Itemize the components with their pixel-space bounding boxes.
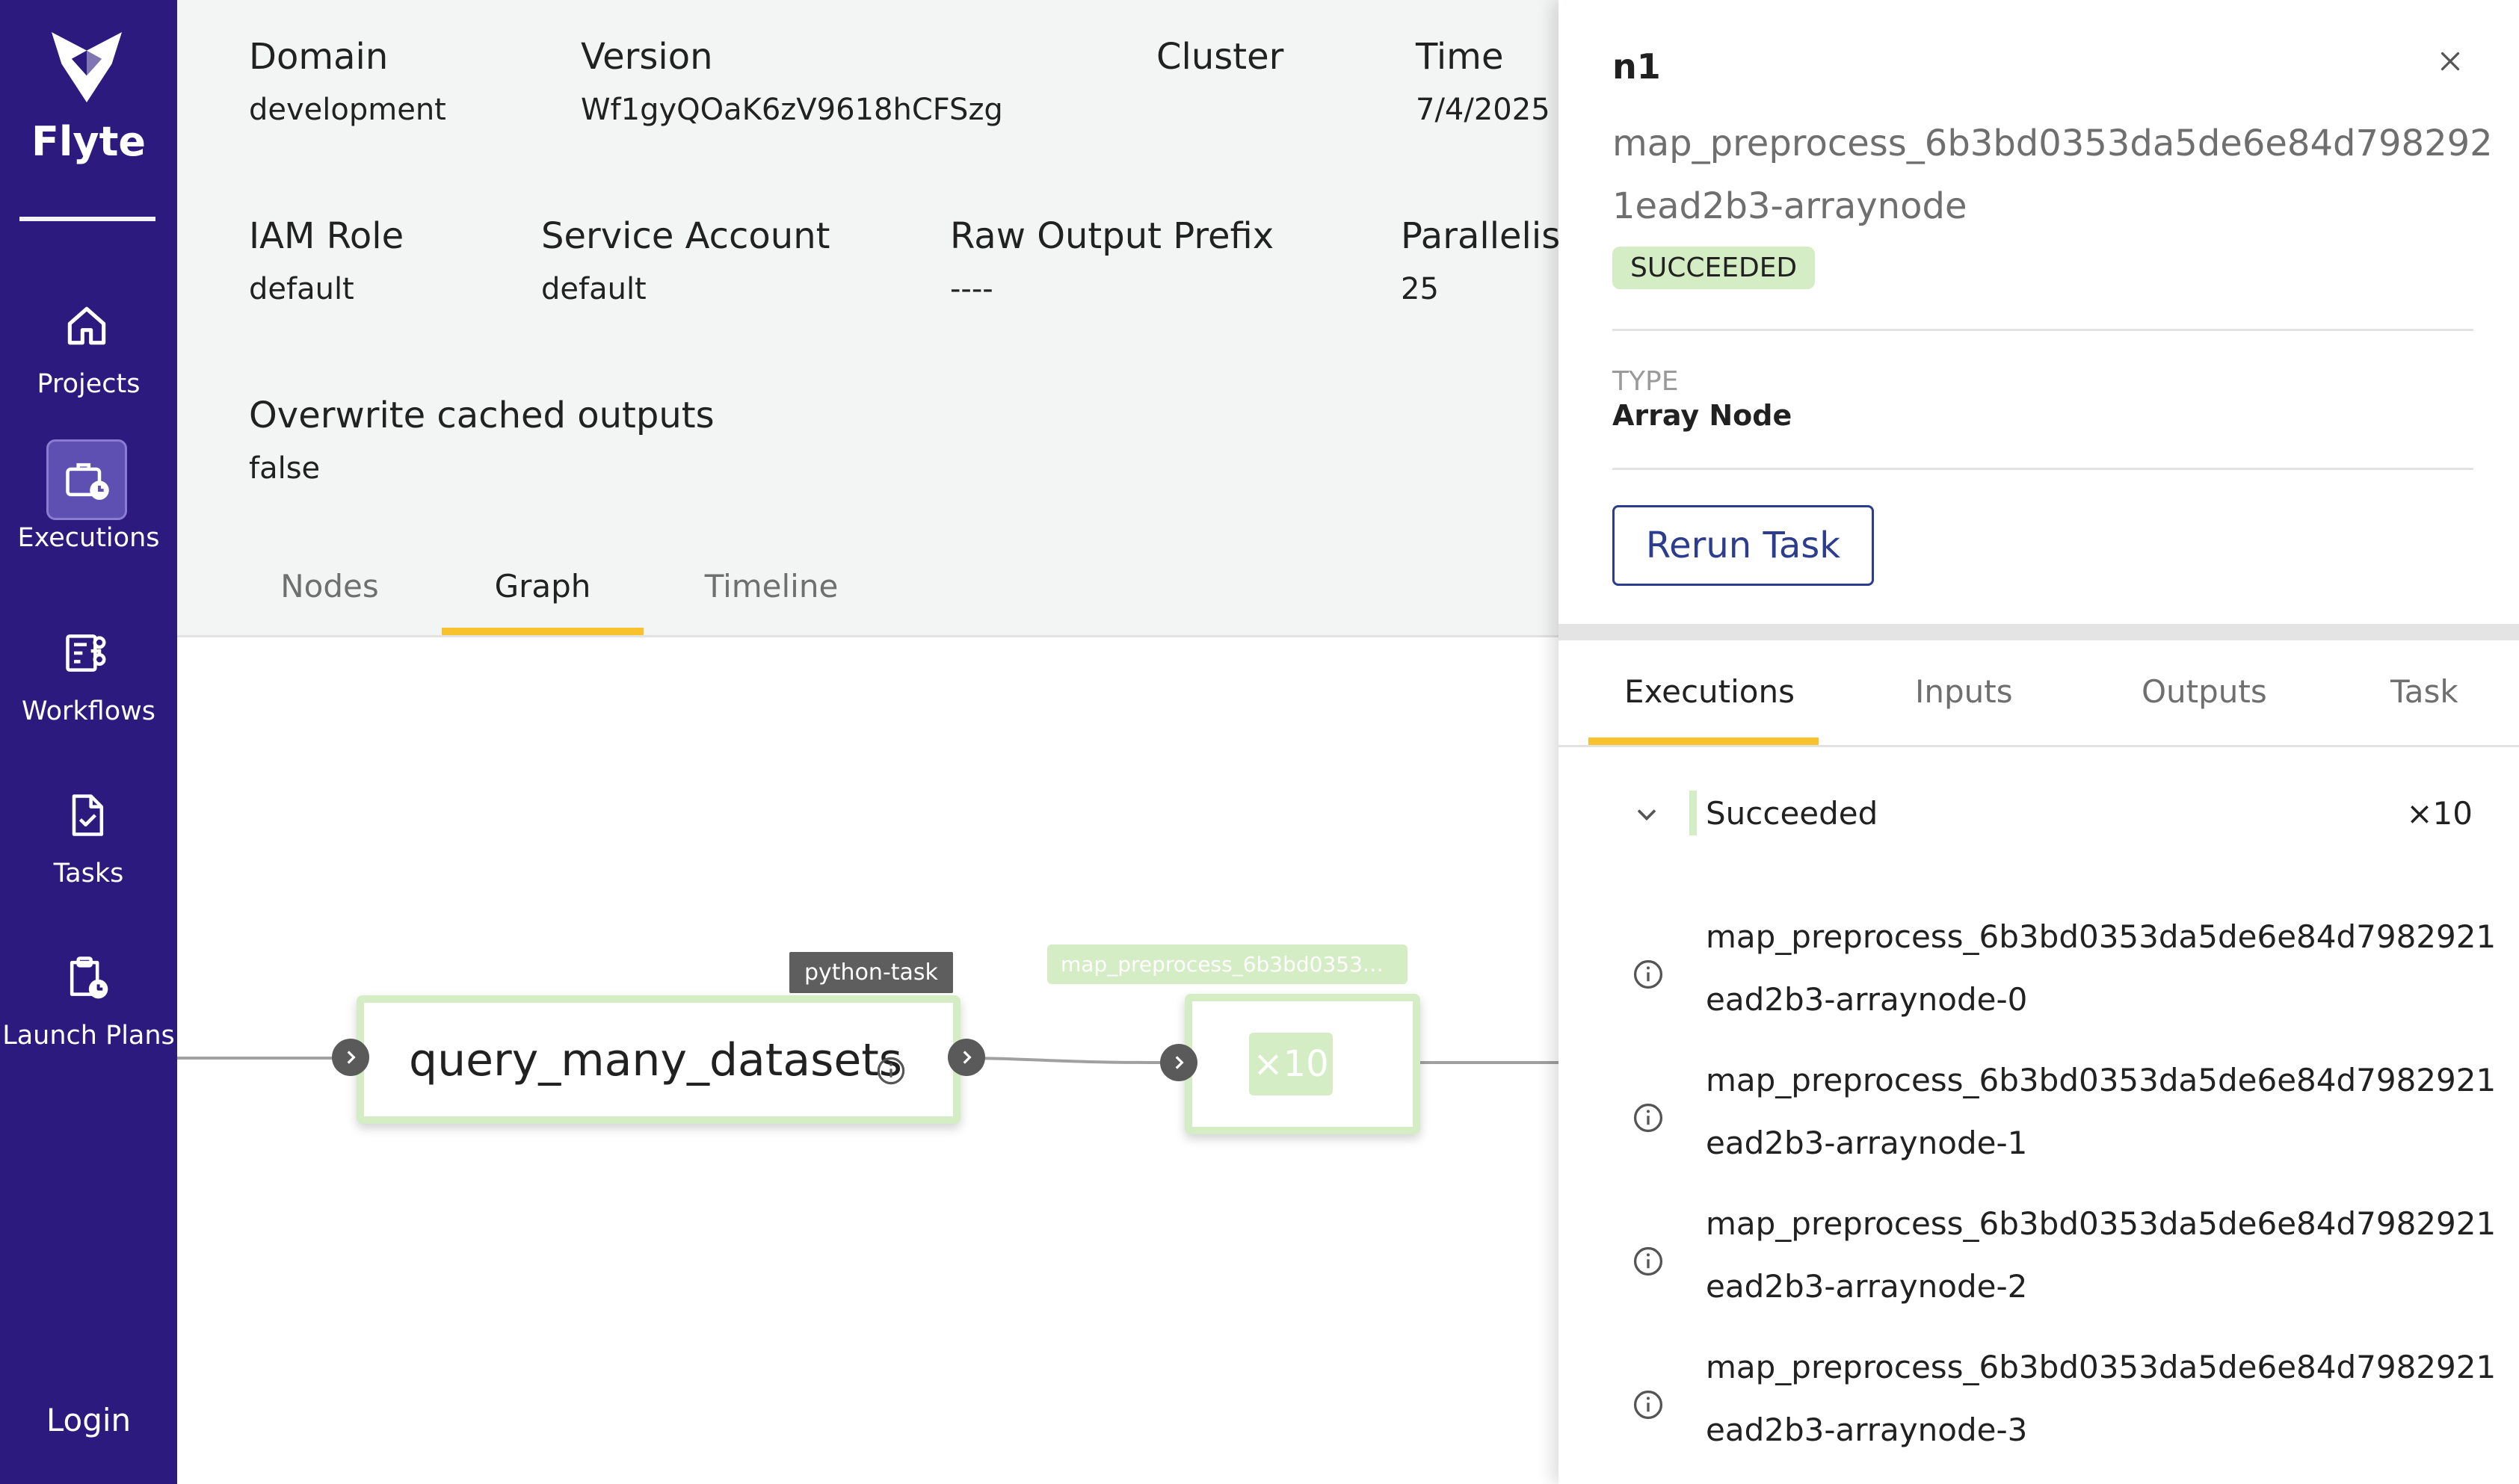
node-query-many-datasets[interactable]: query_many_datasets	[357, 995, 961, 1124]
meta-raw-output-prefix: Raw Output Prefix ----	[950, 215, 1274, 306]
info-icon[interactable]	[1632, 1245, 1665, 1278]
panel-tabs: Executions Inputs Outputs Task	[1558, 640, 2519, 747]
meta-service-account: Service Account default	[541, 215, 830, 306]
panel-title: n1	[1612, 46, 1661, 87]
graph-edge	[1418, 1061, 1560, 1064]
login-link[interactable]: Login	[0, 1402, 177, 1438]
graph-canvas[interactable]: python-task query_many_datasets map_prep…	[177, 640, 1618, 1484]
list-item[interactable]: map_preprocess_6b3bd0353da5de6e84d798292…	[1558, 1193, 2519, 1336]
panel-header: n1 map_preprocess_6b3bd0353da5de6e84d798…	[1558, 0, 2519, 624]
meta-overwrite-cache: Overwrite cached outputs false	[249, 395, 715, 486]
sidebar-item-workflows[interactable]: Workflows	[0, 613, 177, 755]
array-count-badge: ×10	[1249, 1033, 1333, 1095]
execution-group-succeeded[interactable]: Succeeded ×10	[1558, 777, 2519, 852]
execution-name: map_preprocess_6b3bd0353da5de6e84d798292…	[1706, 918, 2497, 1018]
type-value: Array Node	[1612, 399, 1792, 432]
sidebar-item-launch-plans[interactable]: Launch Plans	[0, 937, 177, 1079]
sidebar: Flyte Projects Executions Workflows Task…	[0, 0, 177, 1484]
main-tabs: Nodes Graph Timeline	[177, 551, 1560, 635]
execution-name: map_preprocess_6b3bd0353da5de6e84d798292…	[1706, 1062, 2497, 1161]
flyte-logo-icon	[51, 31, 123, 103]
flyte-logo[interactable]: Flyte	[0, 25, 177, 182]
group-count: ×10	[2406, 795, 2473, 832]
sidebar-item-label: Tasks	[53, 859, 124, 888]
chevron-right-icon	[347, 1051, 356, 1064]
group-label: Succeeded	[1706, 795, 1878, 832]
node-output-port[interactable]	[948, 1039, 985, 1076]
sidebar-item-projects[interactable]: Projects	[0, 285, 177, 427]
list-item[interactable]: map_preprocess_6b3bd0353da5de6e84d798292…	[1558, 906, 2519, 1049]
list-item[interactable]: map_preprocess_6b3bd0353da5de6e84d798292…	[1558, 1049, 2519, 1193]
graph-edge	[177, 1057, 342, 1060]
node-details-panel: n1 map_preprocess_6b3bd0353da5de6e84d798…	[1558, 0, 2519, 1484]
tab-inputs[interactable]: Inputs	[1915, 673, 2013, 710]
info-icon[interactable]	[1632, 1101, 1665, 1134]
sidebar-item-tasks[interactable]: Tasks	[0, 775, 177, 917]
active-tab-indicator	[1588, 738, 1819, 745]
panel-subtitle: map_preprocess_6b3bd0353da5de6e84d798292…	[1612, 123, 2493, 227]
tab-graph[interactable]: Graph	[442, 551, 644, 635]
node-input-port[interactable]	[1160, 1044, 1197, 1081]
close-icon	[2441, 52, 2460, 71]
logo-divider	[19, 217, 155, 221]
briefcase-clock-icon	[66, 463, 109, 500]
clipboard-clock-icon	[70, 956, 108, 999]
tab-timeline[interactable]: Timeline	[663, 551, 880, 635]
tab-outputs[interactable]: Outputs	[2142, 673, 2267, 710]
chevron-right-icon	[1175, 1056, 1184, 1069]
meta-time: Time 7/4/2025	[1416, 36, 1550, 127]
tab-nodes[interactable]: Nodes	[270, 551, 389, 635]
chevron-right-icon	[963, 1051, 972, 1064]
home-icon	[67, 306, 106, 345]
rerun-task-button[interactable]: Rerun Task	[1612, 505, 1874, 586]
sidebar-item-executions[interactable]: Executions	[0, 439, 177, 581]
divider	[1612, 329, 2473, 331]
meta-version: Version Wf1gyQOaK6zV9618hCFSzg	[581, 36, 1003, 127]
list-item[interactable]: map_preprocess_6b3bd0353da5de6e84d798292…	[1558, 1336, 2519, 1480]
node-label: query_many_datasets	[409, 1034, 903, 1086]
sidebar-item-label: Executions	[17, 523, 160, 553]
status-indicator	[1689, 791, 1697, 835]
execution-name: map_preprocess_6b3bd0353da5de6e84d798292…	[1706, 1205, 2497, 1305]
panel-separator	[1558, 624, 2519, 640]
logo-text: Flyte	[31, 118, 147, 165]
info-icon[interactable]	[875, 1055, 907, 1086]
tab-task[interactable]: Task	[2390, 673, 2458, 710]
tab-executions[interactable]: Executions	[1624, 673, 1795, 710]
meta-domain: Domain development	[249, 36, 446, 127]
sidebar-item-label: Workflows	[22, 696, 155, 726]
close-button[interactable]	[2429, 40, 2471, 82]
meta-iam-role: IAM Role default	[249, 215, 404, 306]
info-icon[interactable]	[1632, 1388, 1665, 1421]
graph-edge	[965, 1057, 1161, 1064]
file-check-icon	[72, 794, 104, 836]
sidebar-item-label: Projects	[37, 369, 141, 399]
node-array-map-preprocess[interactable]: ×10	[1185, 994, 1420, 1134]
type-label: TYPE	[1612, 366, 1679, 397]
execution-name: map_preprocess_6b3bd0353da5de6e84d798292…	[1706, 1349, 2497, 1448]
execution-details: Domain development Version Wf1gyQOaK6zV9…	[177, 0, 1595, 637]
node-name-tag: map_preprocess_6b3bd0353da5de6e84d798292…	[1047, 944, 1408, 984]
node-input-port[interactable]	[332, 1039, 369, 1076]
chevron-down-icon[interactable]	[1630, 798, 1663, 831]
divider	[1612, 468, 2473, 470]
workflow-icon	[66, 634, 106, 672]
info-icon[interactable]	[1632, 958, 1665, 991]
status-badge: SUCCEEDED	[1612, 247, 1816, 289]
sidebar-item-label: Launch Plans	[2, 1021, 175, 1051]
meta-cluster: Cluster	[1156, 36, 1284, 78]
node-type-tag: python-task	[789, 952, 953, 993]
